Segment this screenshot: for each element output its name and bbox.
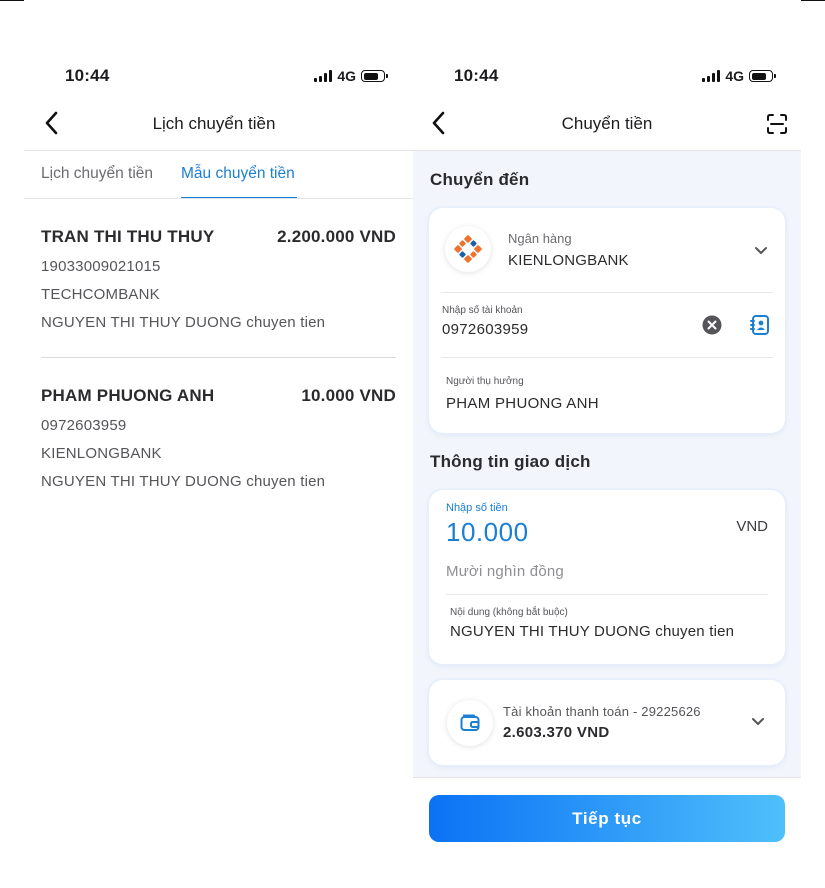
transfer-amount: 2.200.000 VND — [277, 227, 396, 246]
account-number: 19033009021015 — [41, 258, 161, 275]
wallet-icon — [447, 700, 493, 746]
page-title: Chuyển tiền — [561, 114, 653, 133]
bottom-action-bar: Tiếp tục — [413, 777, 801, 888]
currency-unit: VND — [736, 518, 768, 535]
bank-name: TECHCOMBANK — [41, 286, 160, 303]
tab-templates[interactable]: Mẫu chuyển tiền — [181, 165, 295, 183]
divider — [24, 150, 413, 151]
network-label: 4G — [725, 68, 744, 84]
transaction-card: Nhập số tiền 10.000 VND Mười nghìn đồng … — [429, 490, 785, 664]
status-bar: 10:44 4G — [24, 66, 413, 88]
amount-label: Nhập số tiền — [446, 502, 508, 514]
tab-schedule[interactable]: Lịch chuyển tiền — [41, 165, 153, 183]
contacts-book-icon[interactable] — [750, 314, 770, 336]
network-label: 4G — [337, 68, 356, 84]
beneficiary-name: PHAM PHUONG ANH — [446, 395, 599, 412]
memo-label: Nội dung (không bắt buộc) — [450, 607, 568, 618]
nav-bar: Chuyển tiền — [413, 106, 801, 142]
account-number-label: Nhập số tài khoản — [442, 305, 523, 316]
amount-in-words: Mười nghìn đồng — [446, 563, 564, 580]
destination-card: Ngân hàng KIENLONGBANK Nhập số tài khoản… — [429, 208, 785, 433]
transfer-memo: NGUYEN THI THUY DUONG chuyen tien — [41, 314, 326, 331]
template-item[interactable]: TRAN THI THU THUY 2.200.000 VND 19033009… — [41, 227, 396, 331]
battery-icon — [749, 70, 776, 82]
bank-label: Ngân hàng — [508, 231, 572, 246]
status-indicators: 4G — [314, 68, 388, 84]
template-item[interactable]: PHAM PHUONG ANH 10.000 VND 0972603959 KI… — [41, 386, 396, 490]
qr-scan-icon[interactable] — [767, 114, 787, 134]
chevron-down-icon[interactable] — [754, 246, 768, 256]
divider — [24, 198, 413, 199]
account-number-input[interactable]: 0972603959 — [442, 321, 528, 338]
divider — [441, 357, 773, 358]
nav-bar: Lịch chuyển tiền — [24, 106, 413, 142]
divider — [446, 594, 768, 595]
section-title-transaction: Thông tin giao dịch — [430, 452, 591, 471]
payment-account-card[interactable]: Tài khoản thanh toán - 29225626 2.603.37… — [429, 680, 785, 765]
signal-icon — [314, 70, 333, 82]
bank-select-value[interactable]: KIENLONGBANK — [508, 252, 629, 269]
account-balance: 2.603.370 VND — [503, 724, 610, 741]
battery-icon — [361, 70, 388, 82]
section-title-destination: Chuyển đến — [430, 170, 530, 189]
chevron-down-icon[interactable] — [751, 717, 765, 727]
page-title: Lịch chuyển tiền — [152, 114, 276, 133]
divider — [441, 292, 773, 293]
tab-bar: Lịch chuyển tiền Mẫu chuyển tiền — [24, 165, 413, 199]
bank-logo-icon — [445, 226, 491, 272]
clear-icon[interactable] — [702, 315, 722, 335]
bank-name: KIENLONGBANK — [41, 445, 162, 462]
payment-account-label: Tài khoản thanh toán - 29225626 — [503, 704, 701, 719]
status-time: 10:44 — [65, 66, 110, 85]
status-bar: 10:44 4G — [413, 66, 801, 88]
left-screen: 10:44 4G Lịch chuyển tiền Lịch chuyển ti… — [24, 0, 413, 888]
continue-button[interactable]: Tiếp tục — [429, 795, 785, 842]
transfer-memo: NGUYEN THI THUY DUONG chuyen tien — [41, 473, 326, 490]
list-divider — [41, 357, 396, 358]
amount-input[interactable]: 10.000 — [446, 517, 529, 548]
right-screen: 10:44 4G Chuyển tiền Chuyển đến Ngân hàn… — [413, 0, 801, 888]
memo-input[interactable]: NGUYEN THI THUY DUONG chuyen tien — [450, 623, 734, 640]
transfer-amount: 10.000 VND — [301, 386, 396, 405]
signal-icon — [702, 70, 721, 82]
account-number: 0972603959 — [41, 417, 127, 434]
beneficiary-label: Người thụ hưởng — [446, 376, 524, 387]
status-indicators: 4G — [702, 68, 776, 84]
status-time: 10:44 — [454, 66, 499, 85]
